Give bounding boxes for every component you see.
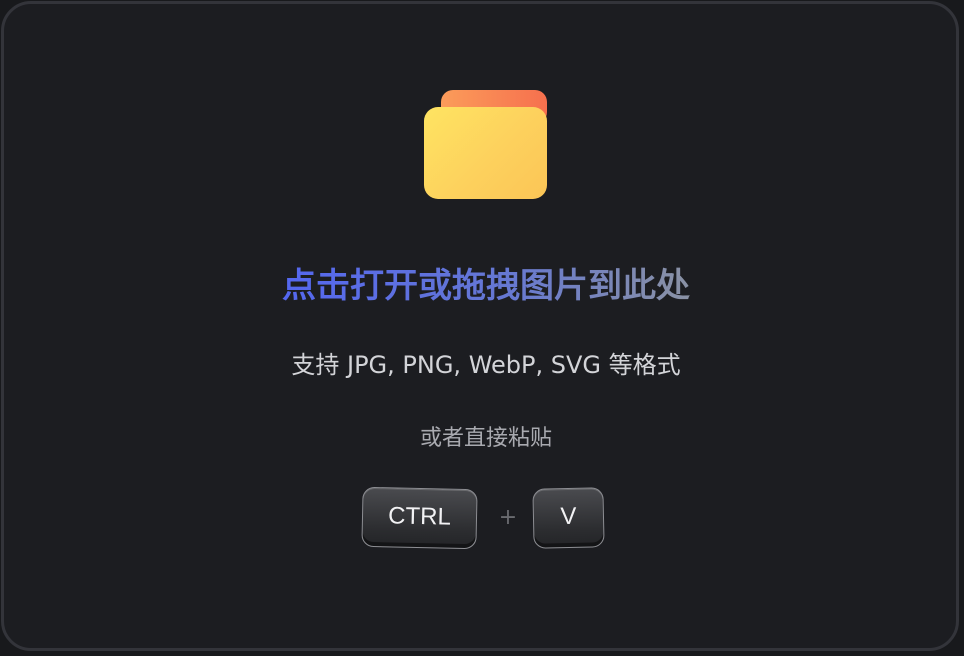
plus-separator: +: [498, 505, 518, 530]
ctrl-key: CTRL: [361, 486, 478, 550]
drop-zone-title: 点击打开或拖拽图片到此处: [282, 262, 690, 310]
v-key: V: [532, 487, 605, 549]
title-container: 点击打开或拖拽图片到此处: [4, 262, 964, 310]
paste-hint-text: 或者直接粘贴: [419, 426, 552, 451]
folder-body: [424, 107, 547, 199]
folder-icon: [424, 90, 548, 200]
paste-shortcut: CTRL + V: [4, 486, 964, 552]
image-drop-zone[interactable]: 点击打开或拖拽图片到此处 支持 JPG, PNG, WebP, SVG 等格式 …: [1, 1, 959, 651]
supported-formats-text: 支持 JPG, PNG, WebP, SVG 等格式: [291, 351, 681, 379]
